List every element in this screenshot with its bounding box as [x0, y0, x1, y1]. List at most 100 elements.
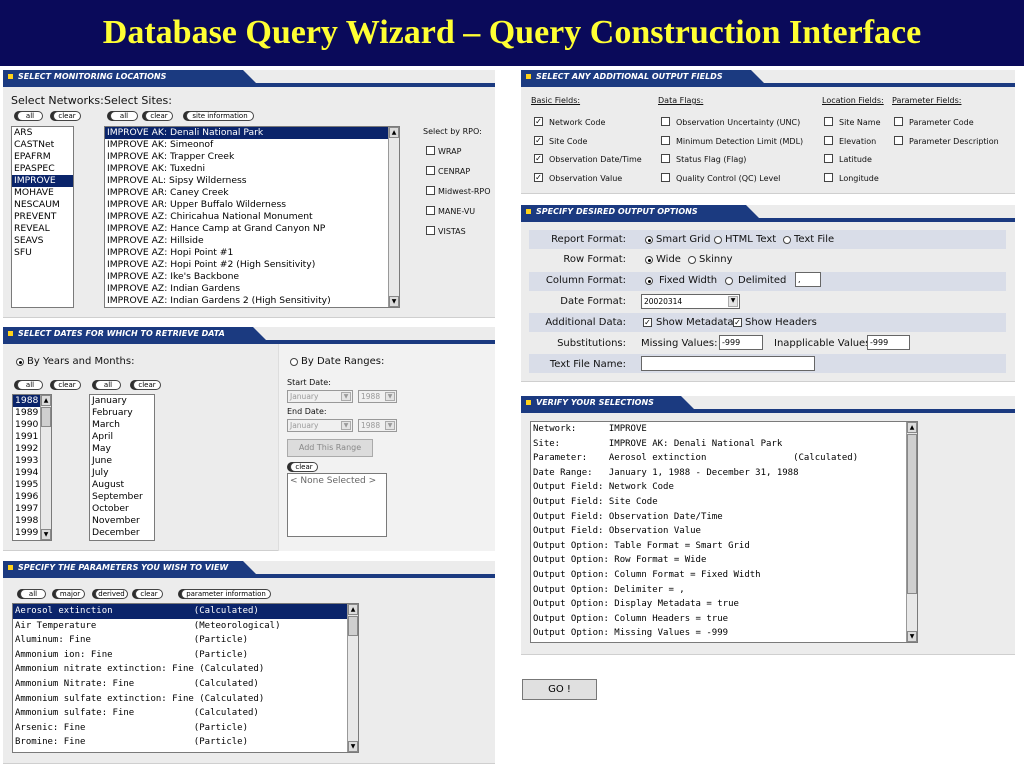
missing-values-input[interactable]: -999 [719, 335, 763, 350]
rpo-checkbox[interactable] [426, 166, 435, 175]
table-row[interactable]: Air Temperature (Meteorological) [13, 619, 358, 634]
list-item[interactable]: EPAFRM [12, 151, 73, 163]
networks-listbox[interactable]: ARS CASTNet EPAFRM EPASPEC IMPROVE MOHAVE NESC… [11, 126, 74, 308]
list-item[interactable]: IMPROVE AK: Trapper Creek [105, 151, 399, 163]
list-item[interactable]: IMPROVE AR: Caney Creek [105, 187, 399, 199]
list-item[interactable]: IMPROVE AZ: Hopi Point #1 [105, 247, 399, 259]
rpo-checkbox[interactable] [426, 206, 435, 215]
data-flag-checkbox[interactable] [661, 117, 670, 126]
scroll-down-icon[interactable]: ▼ [907, 631, 917, 642]
data-flag-checkbox[interactable] [661, 135, 670, 145]
list-item[interactable]: IMPROVE AZ: Hance Camp at Grand Canyon N… [105, 223, 399, 235]
list-item[interactable]: PREVENT [12, 211, 73, 223]
networks-clear-button[interactable]: clear [53, 111, 81, 121]
parameters-listbox[interactable]: Aerosol extinction (Calculated) Air Tempe… [12, 603, 359, 753]
list-item[interactable]: July [90, 467, 154, 479]
list-item[interactable]: March [90, 419, 154, 431]
data-flag-checkbox[interactable] [661, 172, 670, 182]
basic-field-checkbox[interactable]: ✓ [534, 172, 543, 182]
go-button[interactable]: GO ! [522, 679, 597, 700]
site-information-button[interactable]: site information [186, 111, 254, 121]
list-item[interactable]: August [90, 479, 154, 491]
list-item[interactable]: IMPROVE AZ: Indian Gardens 2 (High Sensi… [105, 295, 399, 307]
scroll-down-icon[interactable]: ▼ [348, 741, 358, 752]
list-item[interactable]: EPASPEC [12, 163, 73, 175]
sites-all-button[interactable]: all [110, 111, 138, 121]
list-item[interactable]: February [90, 407, 154, 419]
list-item[interactable]: IMPROVE AK: Simeonof [105, 139, 399, 151]
end-year-select[interactable]: 1988 ▼ [358, 419, 397, 432]
list-item[interactable]: October [90, 503, 154, 515]
row-wide-radio[interactable] [645, 256, 653, 264]
parameter-information-button[interactable]: parameter information [181, 589, 271, 599]
sites-scrollbar[interactable]: ▲ ▼ [388, 127, 399, 307]
parameter-field-checkbox[interactable] [894, 135, 903, 145]
list-item[interactable]: IMPROVE [12, 175, 73, 187]
list-item[interactable]: CASTNet [12, 139, 73, 151]
by-ranges-radio[interactable] [290, 358, 298, 366]
report-text-radio[interactable] [783, 236, 791, 244]
text-file-name-input[interactable] [641, 356, 815, 371]
table-row[interactable]: Aluminum: Fine (Particle) [13, 633, 358, 648]
table-row[interactable]: Ammonium sulfate: Fine (Calculated) [13, 706, 358, 721]
location-field-checkbox[interactable] [824, 154, 833, 163]
report-smart-grid-radio[interactable] [645, 236, 653, 244]
basic-field-checkbox[interactable]: ✓ [534, 154, 543, 163]
list-item[interactable]: January [90, 395, 154, 407]
params-major-button[interactable]: major [55, 589, 85, 599]
params-all-button[interactable]: all [20, 589, 46, 599]
sites-clear-button[interactable]: clear [145, 111, 173, 121]
years-listbox[interactable]: 1988 1989 1990 1991 1992 1993 1994 1995 1996 1997… [12, 394, 52, 541]
table-row[interactable]: Ammonium ion: Fine (Particle) [13, 648, 358, 663]
list-item[interactable]: MOHAVE [12, 187, 73, 199]
data-flag-checkbox[interactable] [661, 154, 670, 163]
list-item[interactable]: SFU [12, 247, 73, 259]
months-clear-button[interactable]: clear [133, 380, 161, 390]
location-field-checkbox[interactable] [824, 117, 833, 126]
networks-all-button[interactable]: all [17, 111, 43, 121]
show-metadata-checkbox[interactable]: ✓ [643, 318, 652, 327]
list-item[interactable]: REVEAL [12, 223, 73, 235]
list-item[interactable]: ARS [12, 127, 73, 139]
list-item[interactable]: April [90, 431, 154, 443]
list-item[interactable]: May [90, 443, 154, 455]
ranges-clear-button[interactable]: clear [290, 462, 318, 472]
sites-listbox[interactable]: IMPROVE AK: Denali National Park IMPROVE … [104, 126, 400, 308]
list-item[interactable]: IMPROVE AZ: Ike's Backbone [105, 271, 399, 283]
col-fixed-radio[interactable] [645, 277, 653, 285]
report-html-radio[interactable] [714, 236, 722, 244]
end-month-select[interactable]: January ▼ [287, 419, 353, 432]
basic-field-checkbox[interactable]: ✓ [534, 117, 543, 126]
show-headers-checkbox[interactable]: ✓ [733, 318, 742, 327]
years-all-button[interactable]: all [17, 380, 43, 390]
basic-field-checkbox[interactable]: ✓ [534, 135, 543, 145]
list-item[interactable]: December [90, 527, 154, 539]
months-all-button[interactable]: all [95, 380, 121, 390]
list-item[interactable]: IMPROVE AL: Sipsy Wilderness [105, 175, 399, 187]
params-clear-button[interactable]: clear [135, 589, 163, 599]
date-format-select[interactable]: 20020314 ▼ [641, 294, 740, 309]
months-listbox[interactable]: January February March April May June July Augu… [89, 394, 155, 541]
scroll-up-icon[interactable]: ▲ [907, 422, 917, 433]
table-row[interactable]: Ammonium Nitrate: Fine (Calculated) [13, 677, 358, 692]
rpo-checkbox[interactable] [426, 186, 435, 195]
list-item[interactable]: SEAVS [12, 235, 73, 247]
location-field-checkbox[interactable] [824, 135, 833, 145]
start-month-select[interactable]: January ▼ [287, 390, 353, 403]
col-delimited-radio[interactable] [725, 277, 733, 285]
years-scrollbar[interactable]: ▲ ▼ [40, 395, 51, 540]
list-item[interactable]: November [90, 515, 154, 527]
table-row[interactable]: Aerosol extinction (Calculated) [13, 604, 358, 619]
years-clear-button[interactable]: clear [53, 380, 81, 390]
rpo-checkbox[interactable] [426, 226, 435, 235]
list-item[interactable]: IMPROVE AZ: Hillside [105, 235, 399, 247]
table-row[interactable]: Bromine: Fine (Particle) [13, 735, 358, 750]
list-item[interactable]: June [90, 455, 154, 467]
list-item[interactable]: IMPROVE AK: Tuxedni [105, 163, 399, 175]
params-scrollbar[interactable]: ▲ ▼ [347, 604, 358, 752]
start-year-select[interactable]: 1988 ▼ [358, 390, 397, 403]
scroll-up-icon[interactable]: ▲ [389, 127, 399, 138]
rpo-checkbox[interactable] [426, 146, 435, 155]
add-range-button[interactable]: Add This Range [287, 439, 373, 457]
list-item[interactable]: September [90, 491, 154, 503]
